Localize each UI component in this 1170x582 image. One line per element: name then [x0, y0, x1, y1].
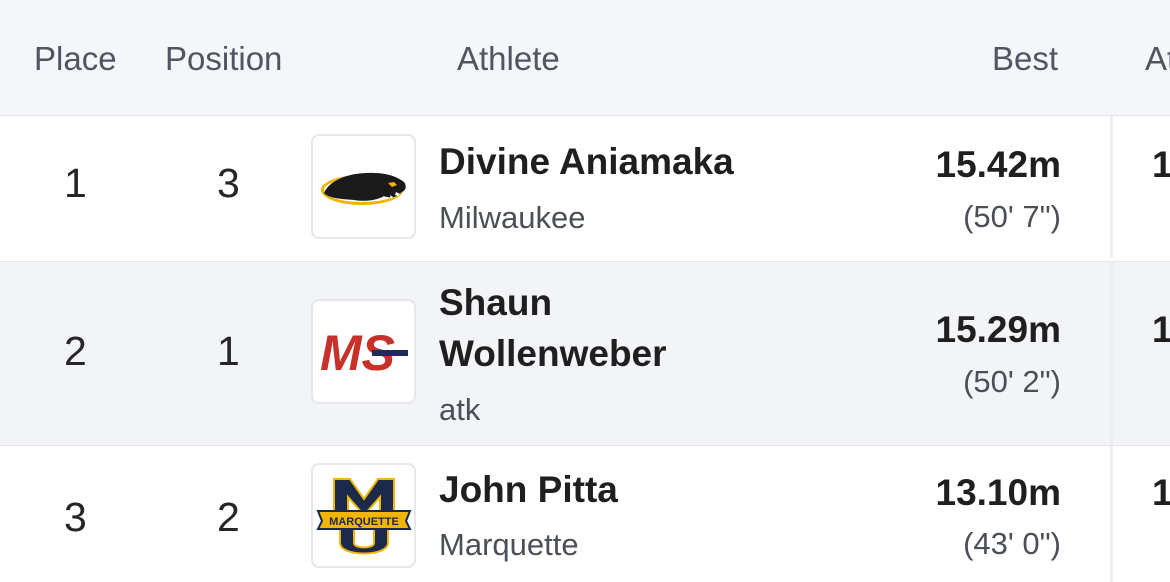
table-row[interactable]: 3 2 MARQUETTE John Pitta Marquette 13.10…: [0, 446, 1170, 582]
athlete-team[interactable]: atk: [439, 392, 480, 428]
panther-logo-icon: [320, 172, 406, 205]
column-divider: [1110, 262, 1113, 445]
place-value: 2: [64, 328, 87, 374]
place-value: 3: [64, 494, 87, 540]
ms-logo-icon: MS: [320, 325, 408, 381]
place-value: 1: [64, 160, 87, 206]
next-column-value: 1: [1152, 472, 1170, 513]
header-place[interactable]: Place: [34, 40, 117, 78]
table-row[interactable]: 2 1 MS Shaun Wollenweber atk 15.29m (50'…: [0, 261, 1170, 446]
table-header: Place Position Athlete Best At: [0, 0, 1170, 116]
athlete-name-line2[interactable]: Wollenweber: [439, 330, 667, 377]
column-divider: [1110, 446, 1113, 582]
best-mark: 15.42m: [935, 144, 1062, 185]
athlete-team[interactable]: Marquette: [439, 527, 579, 563]
best-mark-imperial: (50' 2"): [963, 364, 1061, 399]
best-mark: 13.10m: [935, 472, 1062, 513]
header-athlete[interactable]: Athlete: [457, 40, 560, 78]
position-value: 2: [217, 494, 240, 540]
team-logo: [311, 134, 416, 239]
next-column-value: 1: [1152, 144, 1170, 185]
marquette-logo-icon: MARQUETTE: [315, 477, 412, 554]
header-next-column[interactable]: At: [1145, 40, 1170, 78]
best-mark-imperial: (43' 0"): [963, 526, 1061, 561]
best-mark-imperial: (50' 7"): [963, 199, 1061, 234]
header-best[interactable]: Best: [992, 40, 1058, 78]
next-column-value: 1: [1152, 309, 1170, 350]
athlete-name-line1[interactable]: Shaun: [439, 279, 552, 326]
athlete-name[interactable]: Divine Aniamaka: [439, 138, 734, 185]
best-mark: 15.29m: [935, 309, 1062, 350]
table-row[interactable]: 1 3 Divine Aniamaka Milwaukee 15.42m (50…: [0, 116, 1170, 258]
team-logo: MS: [311, 299, 416, 404]
position-value: 1: [217, 328, 240, 374]
results-table: Place Position Athlete Best At 1 3 Divin…: [0, 0, 1170, 582]
header-position[interactable]: Position: [165, 40, 282, 78]
position-value: 3: [217, 160, 240, 206]
marquette-logo-text: MARQUETTE: [329, 516, 399, 528]
team-logo: MARQUETTE: [311, 463, 416, 568]
column-divider: [1110, 116, 1113, 258]
athlete-team[interactable]: Milwaukee: [439, 200, 585, 236]
athlete-name[interactable]: John Pitta: [439, 466, 618, 513]
